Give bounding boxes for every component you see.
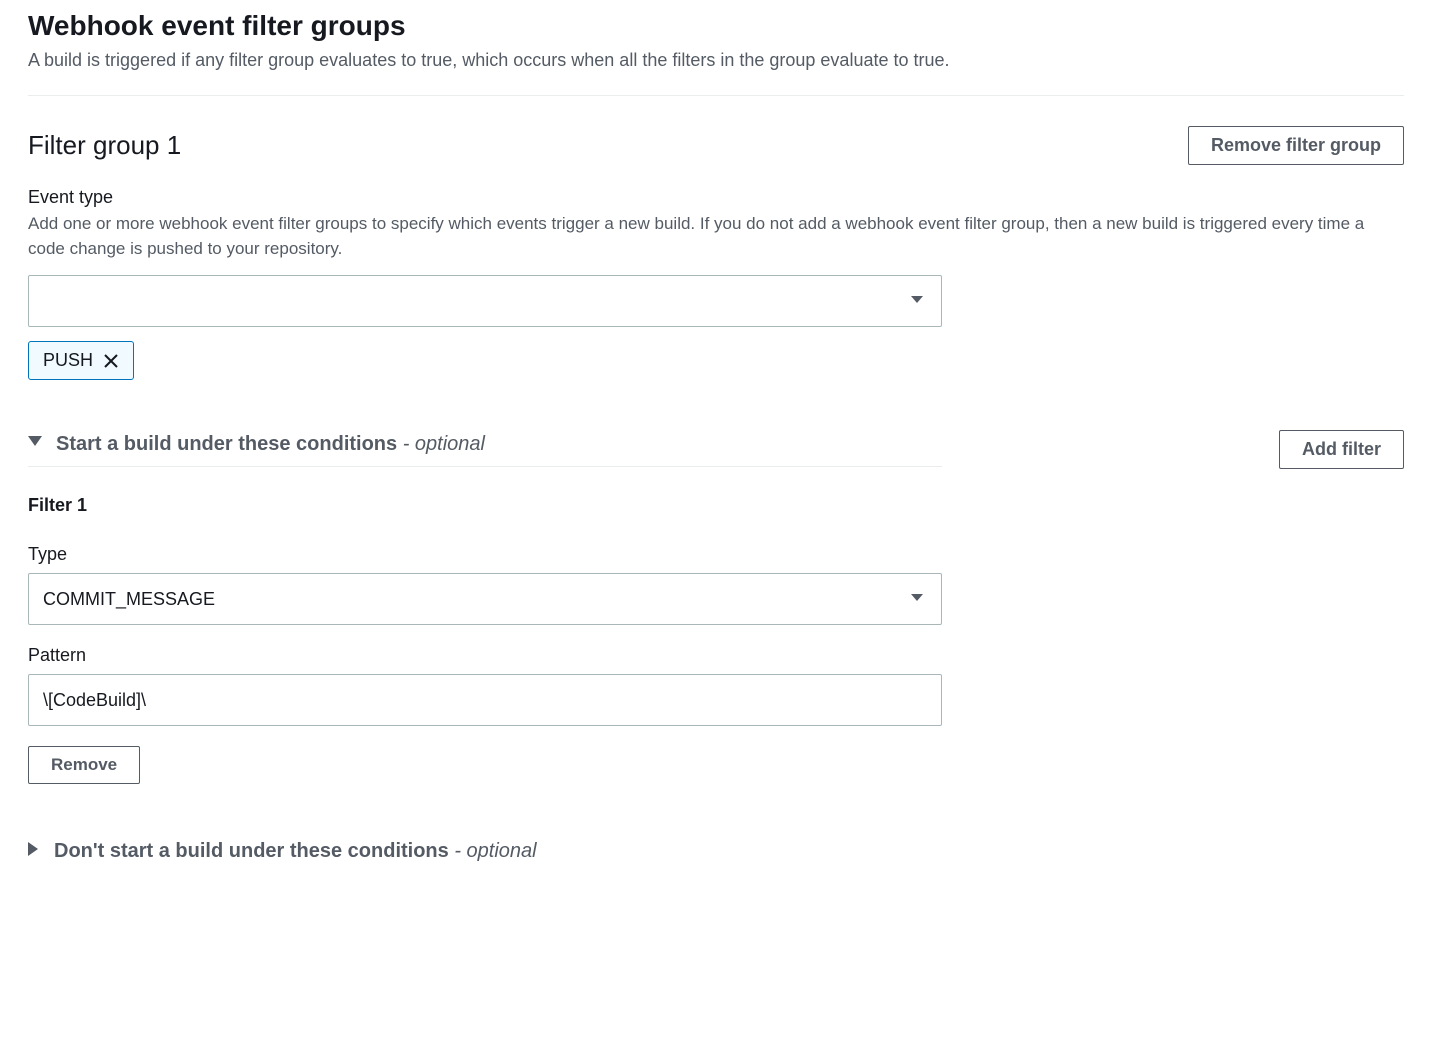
filter-pattern-input[interactable] xyxy=(28,674,942,726)
event-type-select[interactable] xyxy=(28,275,942,327)
filter-1-heading: Filter 1 xyxy=(28,495,942,516)
event-type-description: Add one or more webhook event filter gro… xyxy=(28,212,1404,261)
close-icon[interactable] xyxy=(103,353,119,369)
page-title: Webhook event filter groups xyxy=(28,10,1404,42)
remove-filter-group-button[interactable]: Remove filter group xyxy=(1188,126,1404,165)
caret-down-icon xyxy=(28,435,42,453)
page-description: A build is triggered if any filter group… xyxy=(28,48,1404,73)
add-filter-button[interactable]: Add filter xyxy=(1279,430,1404,469)
event-type-token: PUSH xyxy=(28,341,134,380)
filter-type-select[interactable]: COMMIT_MESSAGE xyxy=(28,573,942,625)
filter-group-heading: Filter group 1 xyxy=(28,130,181,161)
dont-start-conditions-expander[interactable]: Don't start a build under these conditio… xyxy=(28,840,1404,863)
caret-right-icon xyxy=(28,842,40,861)
start-conditions-expander[interactable]: Start a build under these conditions - o… xyxy=(28,433,942,467)
dont-start-conditions-title: Don't start a build under these conditio… xyxy=(54,840,537,863)
remove-filter-button[interactable]: Remove xyxy=(28,746,140,784)
filter-type-label: Type xyxy=(28,544,942,565)
start-conditions-title: Start a build under these conditions - o… xyxy=(56,433,485,456)
event-type-token-label: PUSH xyxy=(43,350,93,371)
filter-pattern-label: Pattern xyxy=(28,645,942,666)
event-type-label: Event type xyxy=(28,187,1404,208)
divider xyxy=(28,95,1404,96)
